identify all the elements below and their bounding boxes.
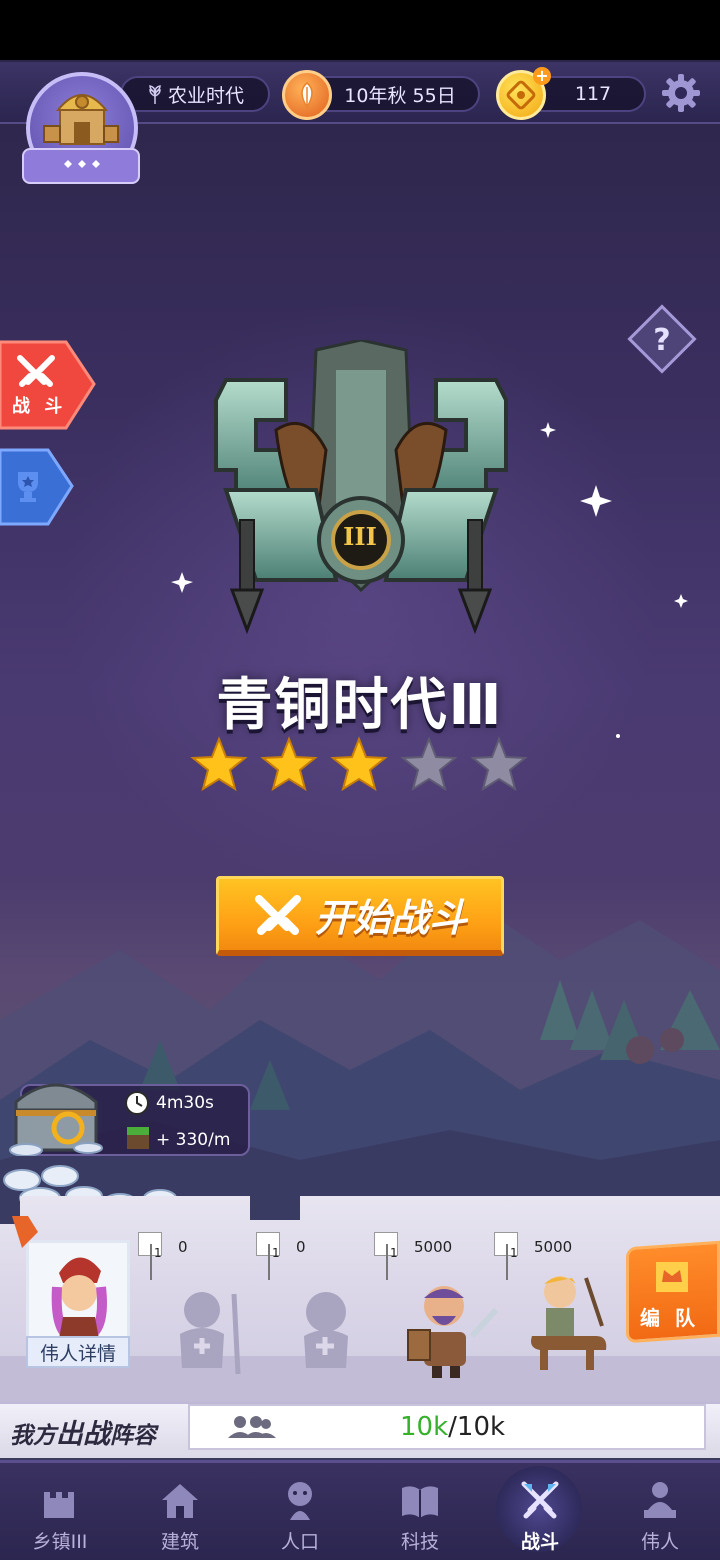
nav-label: 伟人 xyxy=(640,1531,679,1553)
stage-title: 青铜时代Ⅲ xyxy=(216,673,504,738)
star-filled-icon xyxy=(330,736,388,792)
era-pill[interactable]: 农业时代 xyxy=(120,76,270,112)
clock-icon xyxy=(125,1091,149,1115)
svg-text:?: ? xyxy=(653,323,670,358)
era-label: 农业时代 xyxy=(167,84,244,107)
date-label: 10年秋 55日 xyxy=(344,84,456,107)
lineup-power: 10k/10k xyxy=(400,1412,505,1442)
crossed-swords-icon xyxy=(254,894,301,935)
coin-icon[interactable]: + xyxy=(496,67,551,120)
slot-count: 5000 xyxy=(414,1238,453,1256)
unit-warrior[interactable] xyxy=(396,1276,506,1380)
lineup-title-part3: 阵容 xyxy=(110,1423,156,1449)
leaf-icon xyxy=(282,70,332,120)
nav-item-town[interactable]: 乡镇III xyxy=(0,1460,120,1560)
star-filled-icon xyxy=(260,736,318,792)
slot-count: 5000 xyxy=(534,1238,573,1256)
crossed-swords-icon xyxy=(521,1481,559,1519)
grass-block-icon xyxy=(127,1127,149,1149)
person-icon xyxy=(288,1482,312,1520)
unit-cavalry[interactable] xyxy=(520,1270,620,1380)
side-tab-battle[interactable]: 战 斗 xyxy=(0,340,96,430)
slot-level: 1 xyxy=(154,1246,162,1260)
star-filled-icon xyxy=(190,736,248,792)
castle-icon xyxy=(44,1492,74,1518)
lineup-title-part1: 我方 xyxy=(10,1423,56,1449)
nav-label: 乡镇III xyxy=(32,1531,88,1553)
gear-icon[interactable] xyxy=(660,72,702,114)
star-rating xyxy=(190,736,530,796)
trophy-icon xyxy=(18,472,38,502)
empty-slot-spearman[interactable] xyxy=(168,1284,248,1384)
star-empty-icon xyxy=(470,736,528,792)
bronze-age-emblem xyxy=(214,340,508,635)
flag-pole xyxy=(506,1244,508,1280)
nav-item-population[interactable]: 人口 xyxy=(240,1460,360,1560)
start-battle-button[interactable]: 开始战斗 xyxy=(216,876,504,956)
nav-label: 建筑 xyxy=(160,1531,199,1553)
lineup-title-part2: 出战 xyxy=(56,1419,110,1450)
nav-label: 人口 xyxy=(280,1531,319,1553)
help-icon[interactable]: ? xyxy=(625,302,699,376)
hero-details-button[interactable]: 伟人详情 xyxy=(26,1336,130,1368)
nav-item-battle[interactable]: 战斗 xyxy=(480,1460,600,1560)
lineup-title: 我方出战阵容 xyxy=(10,1412,156,1451)
arrow-marker-icon xyxy=(12,1216,38,1248)
book-icon xyxy=(402,1486,438,1518)
nav-item-tech[interactable]: 科技 xyxy=(360,1460,480,1560)
power-max: /10k xyxy=(448,1412,506,1442)
nav-item-building[interactable]: 建筑 xyxy=(120,1460,240,1560)
flag-pole xyxy=(150,1244,152,1280)
status-bar xyxy=(0,0,720,60)
crossed-swords-icon xyxy=(17,355,55,387)
nav-label: 战斗 xyxy=(520,1531,559,1553)
chest-rate: + 330/m xyxy=(156,1130,231,1150)
power-current: 10k xyxy=(400,1412,449,1442)
crown-banner-icon xyxy=(656,1262,688,1292)
slot-level: 1 xyxy=(272,1246,280,1260)
town-house-icon xyxy=(43,94,119,145)
wheat-icon xyxy=(149,85,161,104)
slot-level: 1 xyxy=(510,1246,518,1260)
treasure-chest-icon[interactable] xyxy=(8,1072,104,1156)
flag-pole xyxy=(386,1244,388,1280)
formation-label: 编 队 xyxy=(640,1306,699,1330)
nav-item-greatperson[interactable]: 伟人 xyxy=(600,1460,720,1560)
statue-icon xyxy=(644,1482,676,1518)
side-tab-battle-label: 战 斗 xyxy=(12,396,67,417)
star-empty-icon xyxy=(400,736,458,792)
stage-badge: III xyxy=(343,522,377,551)
start-battle-label: 开始战斗 xyxy=(314,896,467,940)
currency-value: 117 xyxy=(574,83,612,105)
flag-pole xyxy=(268,1244,270,1280)
hero-portrait xyxy=(29,1243,127,1339)
slot-count: 0 xyxy=(178,1238,188,1256)
house-icon xyxy=(162,1484,198,1518)
slot-count: 0 xyxy=(296,1238,306,1256)
add-currency-icon[interactable]: + xyxy=(533,67,551,85)
chest-timer: 4m30s xyxy=(156,1093,214,1113)
slot-level: 1 xyxy=(390,1246,398,1260)
group-icon xyxy=(228,1416,276,1438)
side-tab-trophy[interactable] xyxy=(0,448,96,538)
empty-slot-archer[interactable] xyxy=(290,1284,370,1384)
nav-label: 科技 xyxy=(400,1531,439,1553)
ribbon-dots xyxy=(64,160,100,168)
